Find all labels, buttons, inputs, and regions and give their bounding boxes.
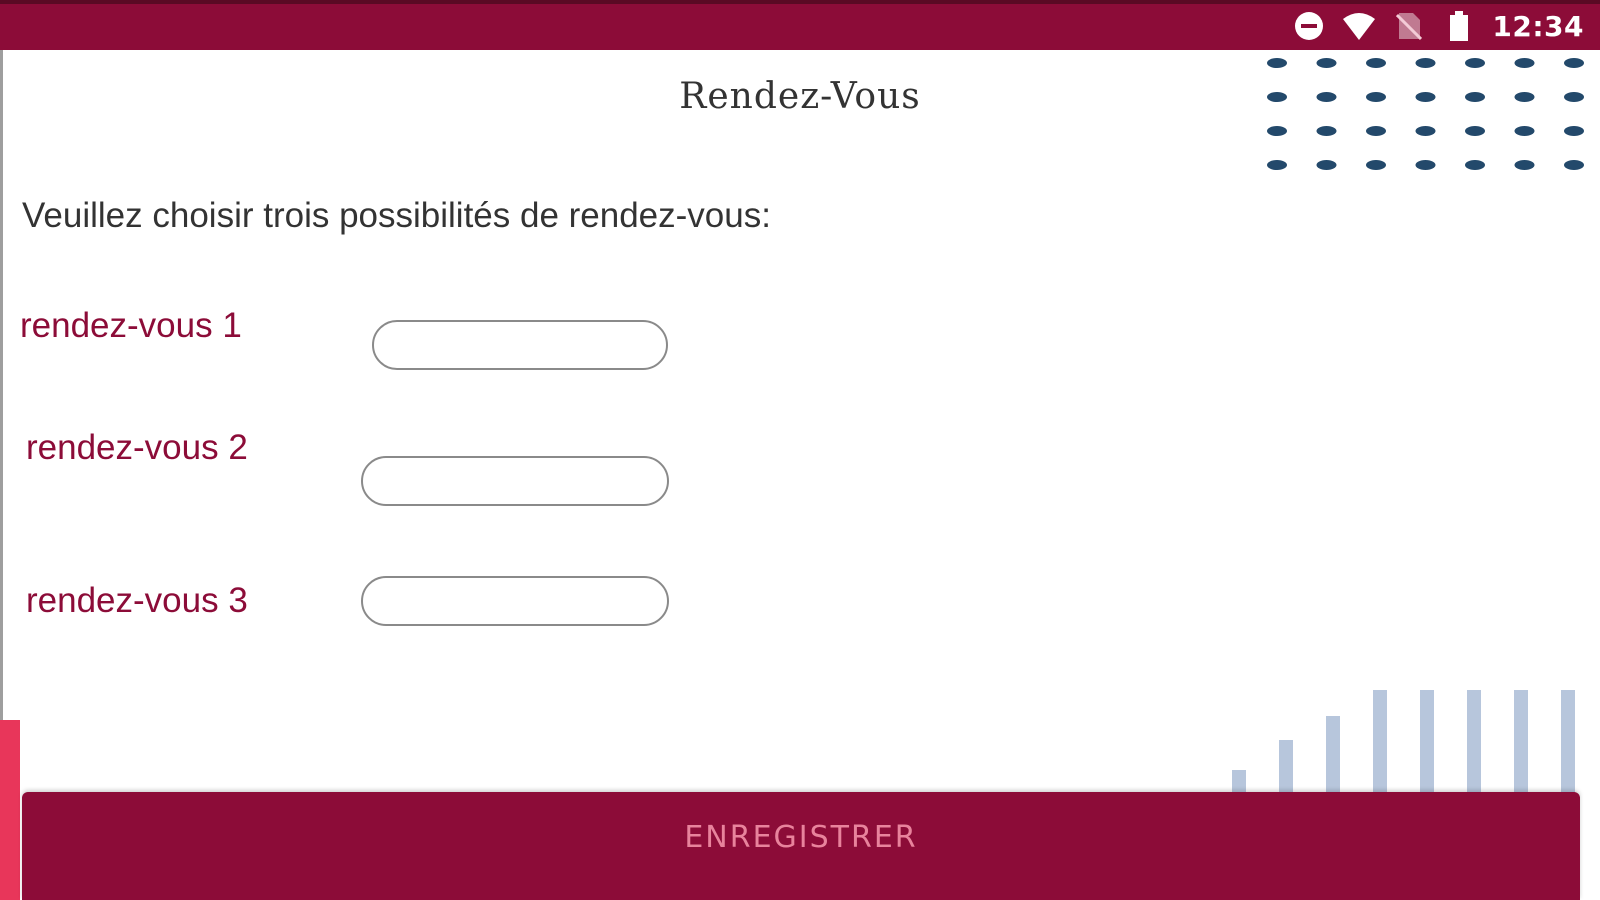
decor-dot — [1267, 126, 1287, 136]
decor-dot — [1316, 58, 1337, 68]
decor-dot — [1514, 160, 1535, 170]
decor-dot — [1514, 126, 1535, 136]
decor-dot — [1316, 160, 1337, 170]
decor-bar — [1467, 690, 1481, 800]
status-bar: 12:34 — [0, 0, 1600, 50]
save-button[interactable]: ENREGISTRER — [22, 792, 1580, 900]
appointment-1-input[interactable] — [372, 320, 668, 370]
instruction-text: Veuillez choisir trois possibilités de r… — [22, 196, 771, 235]
decor-dot — [1465, 160, 1485, 170]
battery-icon — [1442, 10, 1476, 42]
decor-dot — [1564, 160, 1584, 170]
decor-bar — [1561, 690, 1575, 800]
decor-bar — [1514, 690, 1528, 800]
decor-bar — [1326, 716, 1340, 800]
decor-dot — [1415, 58, 1436, 68]
field-label-2: rendez-vous 2 — [26, 428, 248, 467]
status-bar-topline — [0, 0, 1600, 4]
no-sim-icon — [1392, 10, 1426, 42]
wifi-icon — [1342, 10, 1376, 42]
decor-dot — [1267, 58, 1287, 68]
status-icons: 12:34 — [1292, 9, 1584, 43]
do-not-disturb-icon — [1292, 10, 1326, 42]
decor-bar — [1279, 740, 1293, 800]
decor-dot — [1465, 126, 1485, 136]
decor-dot — [1267, 160, 1287, 170]
decor-dot — [1415, 160, 1436, 170]
screen: 12:34 Rendez-Vous Veuillez choisir trois… — [0, 0, 1600, 900]
field-label-3: rendez-vous 3 — [26, 581, 248, 620]
decor-dot — [1366, 126, 1386, 136]
bars-decoration — [1232, 690, 1575, 800]
decor-dot — [1316, 126, 1337, 136]
field-label-1: rendez-vous 1 — [20, 306, 242, 345]
decor-dot — [1514, 58, 1535, 68]
status-time: 12:34 — [1492, 9, 1584, 43]
decor-dot — [1465, 58, 1485, 68]
decor-bar — [1420, 690, 1434, 800]
decor-dot — [1366, 58, 1386, 68]
decor-dot — [1366, 160, 1386, 170]
decor-dot — [1415, 126, 1436, 136]
decor-dot — [1564, 58, 1584, 68]
decor-bar — [1373, 690, 1387, 800]
decor-dot — [1564, 126, 1584, 136]
left-edge-accent — [0, 720, 20, 900]
appointment-3-input[interactable] — [361, 576, 669, 626]
page-title: Rendez-Vous — [679, 76, 921, 117]
appointment-2-input[interactable] — [361, 456, 669, 506]
